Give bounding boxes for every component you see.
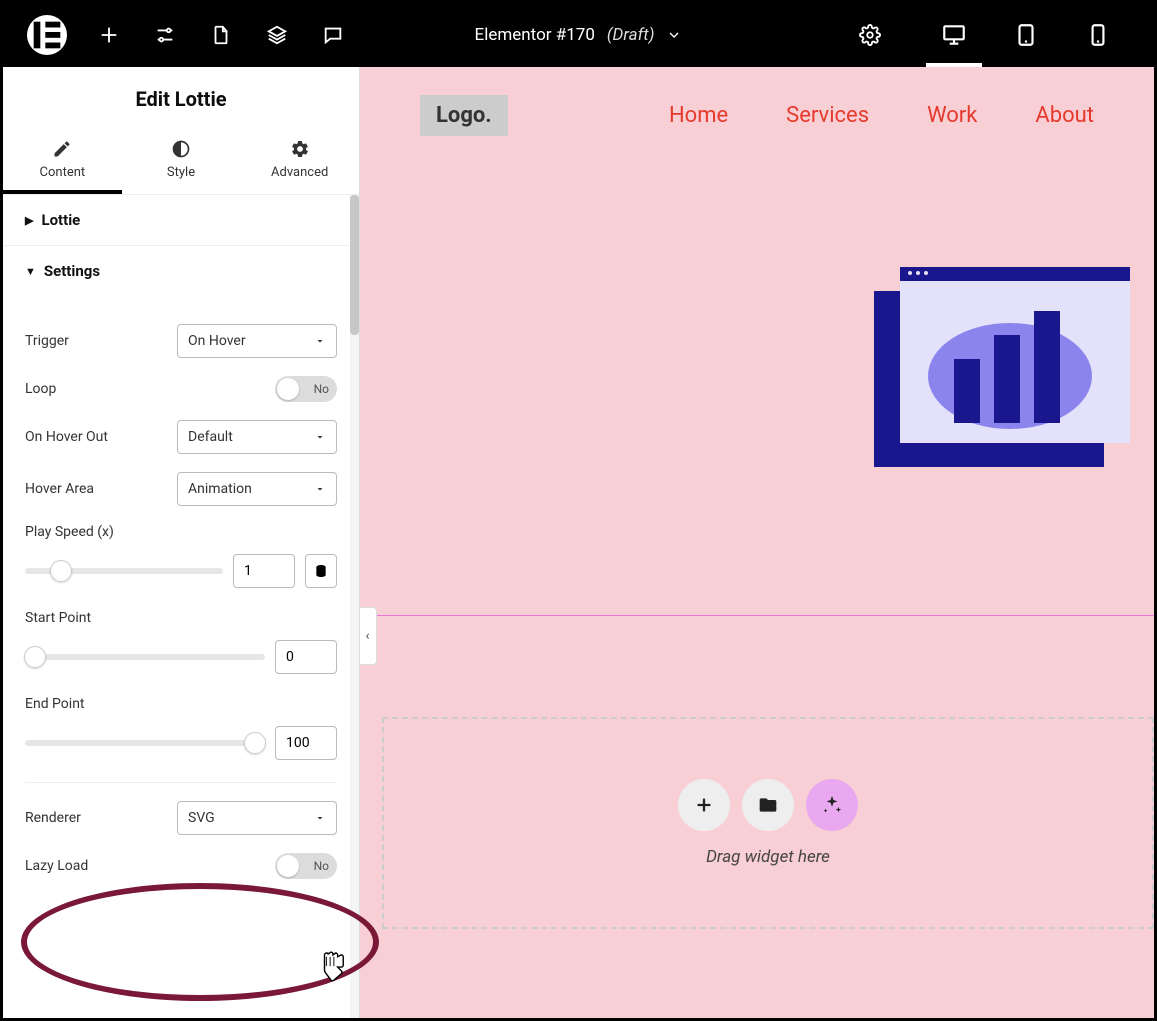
sliders-icon <box>154 24 176 46</box>
start-point-input[interactable]: 0 <box>275 640 337 674</box>
tab-style-label: Style <box>167 165 195 180</box>
site-settings-button[interactable] <box>137 3 193 67</box>
gear-icon <box>859 24 881 46</box>
site-nav: Home Services Work About <box>669 103 1094 128</box>
add-widget-button[interactable] <box>678 779 730 831</box>
canvas[interactable]: ‹ Logo. Home Services Work About <box>360 67 1154 1018</box>
site-logo[interactable]: Logo. <box>420 95 508 136</box>
plus-icon <box>693 794 715 816</box>
hover-area-select[interactable]: Animation <box>177 472 337 506</box>
document-title[interactable]: Elementor #170 (Draft) <box>475 25 683 45</box>
renderer-value: SVG <box>188 810 215 826</box>
site-header: Logo. Home Services Work About <box>360 67 1154 164</box>
lazy-load-toggle[interactable]: No <box>275 853 337 879</box>
folder-icon <box>758 795 778 815</box>
elementor-icon <box>27 15 67 55</box>
chevron-down-icon <box>314 812 326 824</box>
drop-zone-text: Drag widget here <box>706 847 830 867</box>
gear-small-icon <box>290 139 310 159</box>
document-icon <box>210 24 232 46</box>
play-speed-input[interactable]: 1 <box>233 554 295 588</box>
start-point-slider[interactable] <box>25 654 265 660</box>
page-settings-button[interactable] <box>842 3 898 67</box>
hover-area-label: Hover Area <box>25 481 94 497</box>
loop-value: No <box>314 382 329 396</box>
end-point-slider[interactable] <box>25 740 265 746</box>
plus-icon <box>98 24 120 46</box>
add-button[interactable] <box>81 3 137 67</box>
device-mobile[interactable] <box>1062 3 1134 67</box>
section-lottie[interactable]: ▶ Lottie <box>3 195 359 246</box>
trigger-select[interactable]: On Hover <box>177 324 337 358</box>
trigger-label: Trigger <box>25 333 69 349</box>
hover-area-value: Animation <box>188 481 252 497</box>
lazy-load-label: Lazy Load <box>25 858 88 874</box>
collapse-panel-button[interactable]: ‹ <box>360 607 377 665</box>
nav-work[interactable]: Work <box>927 103 977 128</box>
lottie-widget[interactable] <box>874 267 1130 467</box>
structure-button[interactable] <box>193 3 249 67</box>
renderer-label: Renderer <box>25 810 81 826</box>
tab-advanced[interactable]: Advanced <box>240 129 359 194</box>
trigger-value: On Hover <box>188 333 246 349</box>
chevron-down-icon <box>666 27 682 43</box>
comments-button[interactable] <box>305 3 361 67</box>
tab-advanced-label: Advanced <box>271 165 328 180</box>
chat-icon <box>322 24 344 46</box>
tablet-icon <box>1013 22 1039 48</box>
ai-button[interactable] <box>806 779 858 831</box>
mobile-icon <box>1085 22 1111 48</box>
tab-content-label: Content <box>40 165 86 180</box>
panel-title: Edit Lottie <box>3 67 359 129</box>
play-speed-label: Play Speed (x) <box>25 524 337 540</box>
section-divider <box>360 615 1154 616</box>
play-speed-slider[interactable] <box>25 568 223 574</box>
device-desktop[interactable] <box>918 3 990 67</box>
chevron-down-icon <box>314 483 326 495</box>
panel-tabs: Content Style Advanced <box>3 129 359 195</box>
panel-scrollbar[interactable] <box>350 195 359 1018</box>
elementor-logo[interactable] <box>27 15 67 55</box>
desktop-icon <box>941 22 967 48</box>
section-settings[interactable]: ▼ Settings <box>3 246 359 296</box>
top-bar: Elementor #170 (Draft) <box>3 3 1154 67</box>
template-button[interactable] <box>742 779 794 831</box>
pencil-icon <box>52 139 72 159</box>
tab-style[interactable]: Style <box>122 129 241 194</box>
section-settings-label: Settings <box>44 262 100 280</box>
sparkle-icon <box>821 794 843 816</box>
doc-title-text: Elementor #170 <box>475 25 595 45</box>
chevron-down-icon <box>314 431 326 443</box>
caret-right-icon: ▶ <box>25 214 33 227</box>
end-point-input[interactable]: 100 <box>275 726 337 760</box>
drop-zone[interactable]: Drag widget here <box>382 717 1154 929</box>
device-tablet[interactable] <box>990 3 1062 67</box>
on-hover-out-value: Default <box>188 429 233 445</box>
tab-content[interactable]: Content <box>3 129 122 194</box>
chevron-down-icon <box>314 335 326 347</box>
caret-down-icon: ▼ <box>25 265 36 278</box>
on-hover-out-label: On Hover Out <box>25 429 108 445</box>
contrast-icon <box>171 139 191 159</box>
nav-about[interactable]: About <box>1035 103 1094 128</box>
doc-status: (Draft) <box>607 25 655 45</box>
database-icon <box>313 563 329 579</box>
editor-panel: Edit Lottie Content Style Advanced ▶ <box>3 67 360 1018</box>
renderer-select[interactable]: SVG <box>177 801 337 835</box>
layers-icon <box>266 24 288 46</box>
layers-button[interactable] <box>249 3 305 67</box>
play-speed-stack-button[interactable] <box>305 554 337 588</box>
end-point-label: End Point <box>25 696 337 712</box>
nav-services[interactable]: Services <box>786 103 869 128</box>
nav-home[interactable]: Home <box>669 103 728 128</box>
loop-toggle[interactable]: No <box>275 376 337 402</box>
loop-label: Loop <box>25 381 56 397</box>
lazy-load-value: No <box>314 859 329 873</box>
start-point-label: Start Point <box>25 610 337 626</box>
section-lottie-label: Lottie <box>41 211 80 229</box>
chevron-left-icon: ‹ <box>365 628 369 644</box>
on-hover-out-select[interactable]: Default <box>177 420 337 454</box>
